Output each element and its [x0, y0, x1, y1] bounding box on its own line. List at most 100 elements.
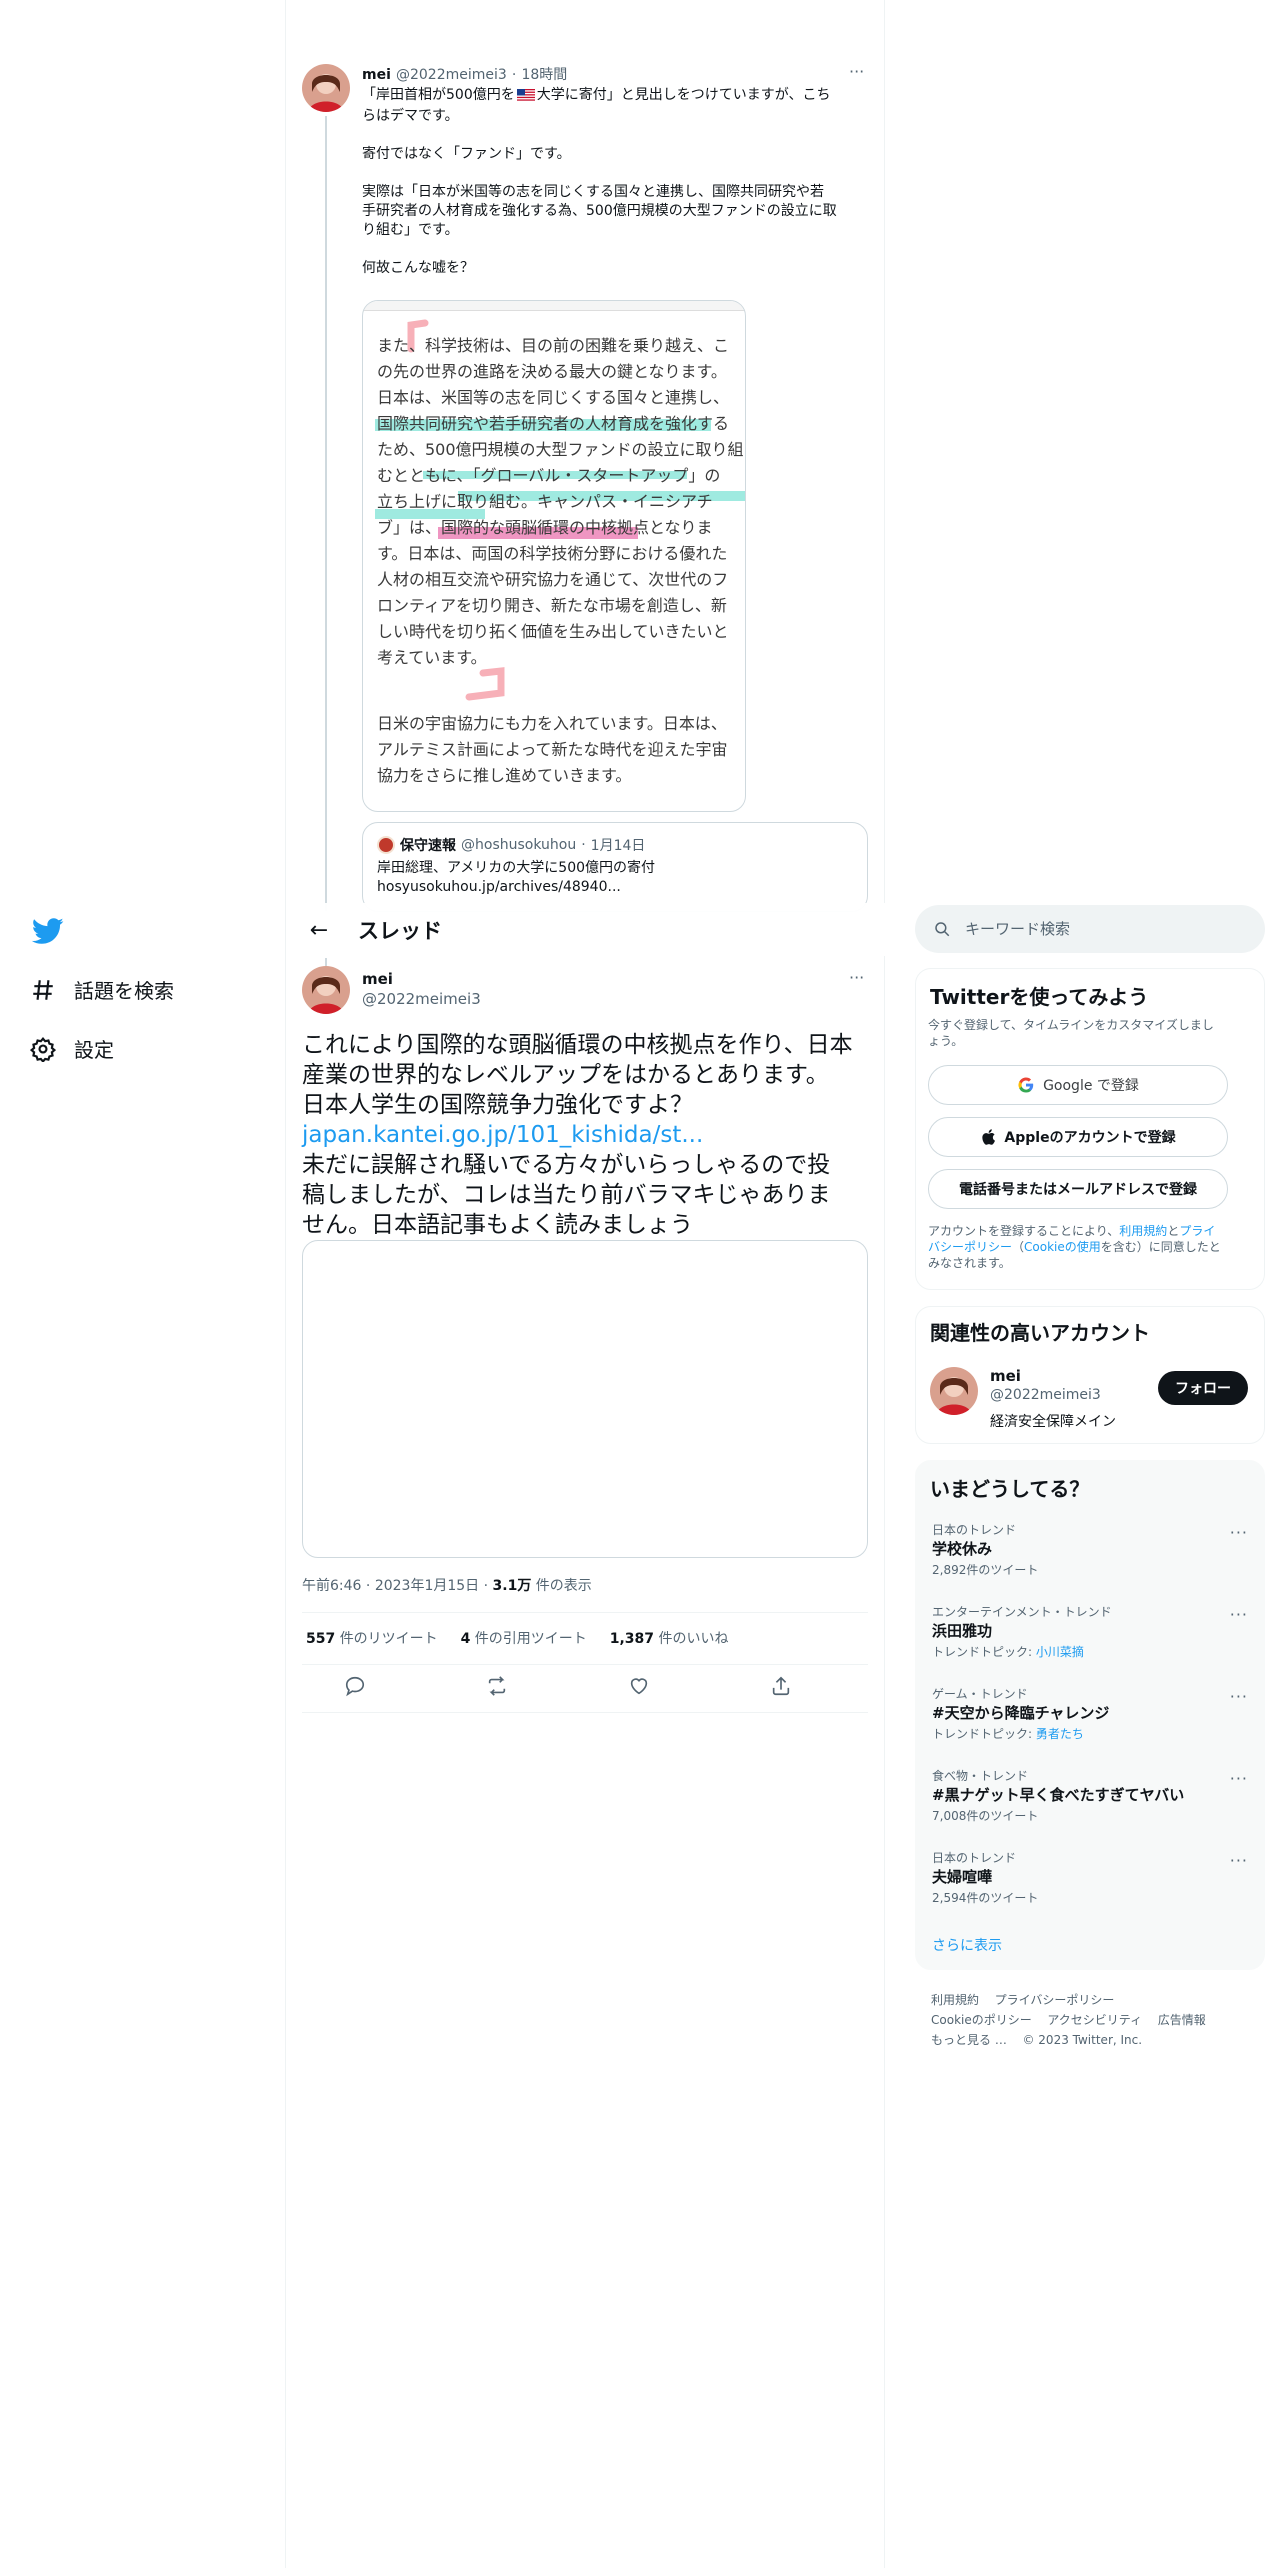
us-flag-icon — [516, 88, 535, 107]
reply-icon[interactable] — [344, 1675, 370, 1701]
related-handle[interactable]: @2022meimei3 — [990, 1387, 1101, 1403]
divider — [302, 1612, 868, 1613]
privacy-link[interactable]: プライ — [1179, 1224, 1215, 1238]
hashtag-icon — [33, 979, 53, 1000]
search-input[interactable] — [965, 920, 1225, 938]
signup-card: Twitterを使ってみよう 今すぐ登録して、タイムラインをカスタマイズしまし … — [915, 968, 1265, 1290]
footer-cookie-link[interactable]: Cookieのポリシー — [931, 2013, 1032, 2027]
phone-email-signup-label: 電話番号またはメールアドレスで登録 — [959, 1182, 1197, 1198]
cookie-link[interactable]: Cookieの使用 — [1024, 1240, 1101, 1254]
trend-item[interactable]: ゲーム・トレンド #天空から降臨チャレンジ トレンドトピック: 勇者たち ··· — [916, 1685, 1264, 1767]
trend-item[interactable]: 日本のトレンド 夫婦喧嘩 2,594件のツイート ··· — [916, 1849, 1264, 1931]
show-more-link[interactable]: さらに表示 — [932, 1935, 1002, 1955]
trend-more-icon[interactable]: ··· — [1230, 1769, 1248, 1788]
signup-description: 今すぐ登録して、タイムラインをカスタマイズしまし ょう。 — [928, 1018, 1214, 1048]
nav-settings-label: 設定 — [74, 1038, 114, 1062]
right-sidebar: Twitterを使ってみよう 今すぐ登録して、タイムラインをカスタマイズしまし … — [885, 0, 1284, 2568]
thread-header: ← スレッド — [286, 903, 885, 956]
nav-explore-label: 話題を検索 — [74, 979, 174, 1003]
left-nav: 話題を検索 設定 — [0, 0, 285, 2568]
main-tweet-avatar[interactable] — [302, 966, 350, 1014]
trends-card: いまどうしてる？ 日本のトレンド 学校休み 2,892件のツイート ··· エン… — [915, 1460, 1265, 1970]
retweet-icon[interactable] — [486, 1675, 512, 1701]
retweets-stat[interactable]: 557 件のリツイート — [306, 1631, 438, 1647]
tweet-timestamp: 午前6:46 · 2023年1月15日 · 3.1万 件の表示 — [302, 1578, 592, 1594]
related-name[interactable]: mei — [990, 1367, 1021, 1385]
trend-more-icon[interactable]: ··· — [1230, 1687, 1248, 1706]
views-label: 件の表示 — [535, 1578, 592, 1594]
tweet-time[interactable]: 午前6:46 — [302, 1578, 361, 1594]
follow-button[interactable]: フォロー — [1158, 1371, 1248, 1405]
like-heart-icon[interactable] — [628, 1675, 654, 1701]
header-title: スレッド — [358, 919, 442, 943]
tweet-image[interactable]: また、科学技術は、目の前の困難を乗り越え、こ の先の世界の進路を決める最大の鍵と… — [362, 300, 746, 812]
signup-terms: アカウントを登録することにより、利用規約とプライ バシーポリシー（Cookieの… — [928, 1224, 1221, 1270]
related-bio: 経済安全保障メイン — [990, 1414, 1116, 1430]
main-more-icon[interactable]: ··· — [849, 968, 864, 987]
link-card[interactable] — [302, 1240, 868, 1558]
parent-tweet-text: 「岸田首相が500億円を 大学に寄付」と見出しをつけていますが、こち らはデマです… — [362, 87, 837, 276]
quote-link: hosyusokuhou.jp/archives/48940... — [377, 879, 621, 895]
divider — [302, 1712, 868, 1713]
footer-copyright: © 2023 Twitter, Inc. — [1022, 2033, 1143, 2047]
footer-privacy-link[interactable]: プライバシーポリシー — [995, 1993, 1115, 2007]
back-arrow-icon[interactable]: ← — [302, 913, 336, 947]
main-author-handle[interactable]: @2022meimei3 — [362, 990, 481, 1008]
related-title: 関連性の高いアカウント — [930, 1321, 1150, 1345]
footer-accessibility-link[interactable]: アクセシビリティ — [1047, 2013, 1142, 2027]
share-icon[interactable] — [770, 1675, 796, 1701]
trend-item[interactable]: 食べ物・トレンド #黒ナゲット早く食べたすぎてヤバい 7,008件のツイート ·… — [916, 1767, 1264, 1849]
thread-connector-top — [325, 958, 327, 966]
nav-settings[interactable]: 設定 — [30, 1034, 114, 1063]
parent-author-handle[interactable]: @2022meimei3 — [396, 67, 507, 83]
trend-more-icon[interactable]: ··· — [1230, 1523, 1248, 1542]
quote-date: 1月14日 — [590, 838, 646, 854]
search-box[interactable] — [915, 905, 1265, 953]
apple-icon — [982, 1129, 996, 1145]
quote-author-handle: @hoshusokuhou — [461, 837, 577, 853]
likes-stat[interactable]: 1,387 件のいいね — [610, 1631, 729, 1647]
main-tweet-text: これにより国際的な頭脳循環の中核拠点を作り、日本 産業の世界的なレベルアップをは… — [302, 1030, 872, 1240]
tweet-stats: 557 件のリツイート 4 件の引用ツイート 1,387 件のいいね — [306, 1628, 728, 1648]
trend-item[interactable]: 日本のトレンド 学校休み 2,892件のツイート ··· — [916, 1521, 1264, 1603]
quote-avatar — [377, 836, 395, 854]
gear-icon — [30, 1036, 56, 1062]
parent-author-name[interactable]: mei — [362, 67, 391, 83]
thread-connector — [325, 116, 327, 911]
parent-tweet-header: mei @2022meimei3 · 18時間 — [362, 67, 568, 83]
apple-signup-button[interactable]: Appleのアカウントで登録 — [928, 1117, 1228, 1157]
related-avatar[interactable] — [930, 1367, 978, 1415]
related-accounts-card: 関連性の高いアカウント mei @2022meimei3 経済安全保障メイン フ… — [915, 1306, 1265, 1444]
nav-explore[interactable]: 話題を検索 — [30, 975, 174, 1004]
google-g-icon — [1018, 1077, 1034, 1093]
quote-author-name: 保守速報 — [400, 838, 456, 854]
main-author-name[interactable]: mei — [362, 970, 393, 988]
trend-item[interactable]: エンターテインメント・トレンド 浜田雅功 トレンドトピック: 小川菜摘 ··· — [916, 1603, 1264, 1685]
parent-tweet-avatar[interactable] — [302, 64, 350, 112]
terms-link[interactable]: 利用規約 — [1119, 1224, 1167, 1238]
twitter-logo-icon[interactable] — [31, 915, 64, 947]
apple-signup-label: Appleのアカウントで登録 — [1004, 1130, 1176, 1146]
google-signup-button[interactable]: Google で登録 — [928, 1065, 1228, 1105]
footer-terms-link[interactable]: 利用規約 — [931, 1993, 979, 2007]
main-column: mei @2022meimei3 · 18時間 ··· 「岸田首相が500億円を… — [285, 0, 885, 2568]
trend-more-icon[interactable]: ··· — [1230, 1851, 1248, 1870]
tweet-date[interactable]: 2023年1月15日 — [375, 1578, 479, 1594]
trends-title: いまどうしてる？ — [930, 1477, 1090, 1501]
sidebar-footer: 利用規約 プライバシーポリシー Cookieのポリシー アクセシビリティ 広告情… — [931, 1990, 1261, 2050]
signup-title: Twitterを使ってみよう — [930, 985, 1149, 1009]
parent-more-icon[interactable]: ··· — [849, 62, 864, 81]
quote-text: 岸田総理、アメリカの大学に500億円の寄付 — [377, 860, 656, 876]
views-count: 3.1万 — [492, 1578, 532, 1594]
quoted-tweet[interactable]: 保守速報 @hoshusokuhou · 1月14日 岸田総理、アメリカの大学に… — [362, 822, 868, 912]
search-icon — [935, 922, 950, 937]
main-tweet-link[interactable]: japan.kantei.go.jp/101_kishida/st... — [302, 1120, 872, 1150]
footer-more-link[interactable]: もっと見る … — [931, 2033, 1007, 2047]
footer-ads-link[interactable]: 広告情報 — [1158, 2013, 1206, 2027]
phone-email-signup-button[interactable]: 電話番号またはメールアドレスで登録 — [928, 1169, 1228, 1209]
divider — [302, 1664, 868, 1665]
quotes-stat[interactable]: 4 件の引用ツイート — [461, 1631, 587, 1647]
trend-more-icon[interactable]: ··· — [1230, 1605, 1248, 1624]
parent-tweet-time[interactable]: 18時間 — [521, 67, 567, 83]
google-signup-label: Google で登録 — [1043, 1078, 1139, 1094]
